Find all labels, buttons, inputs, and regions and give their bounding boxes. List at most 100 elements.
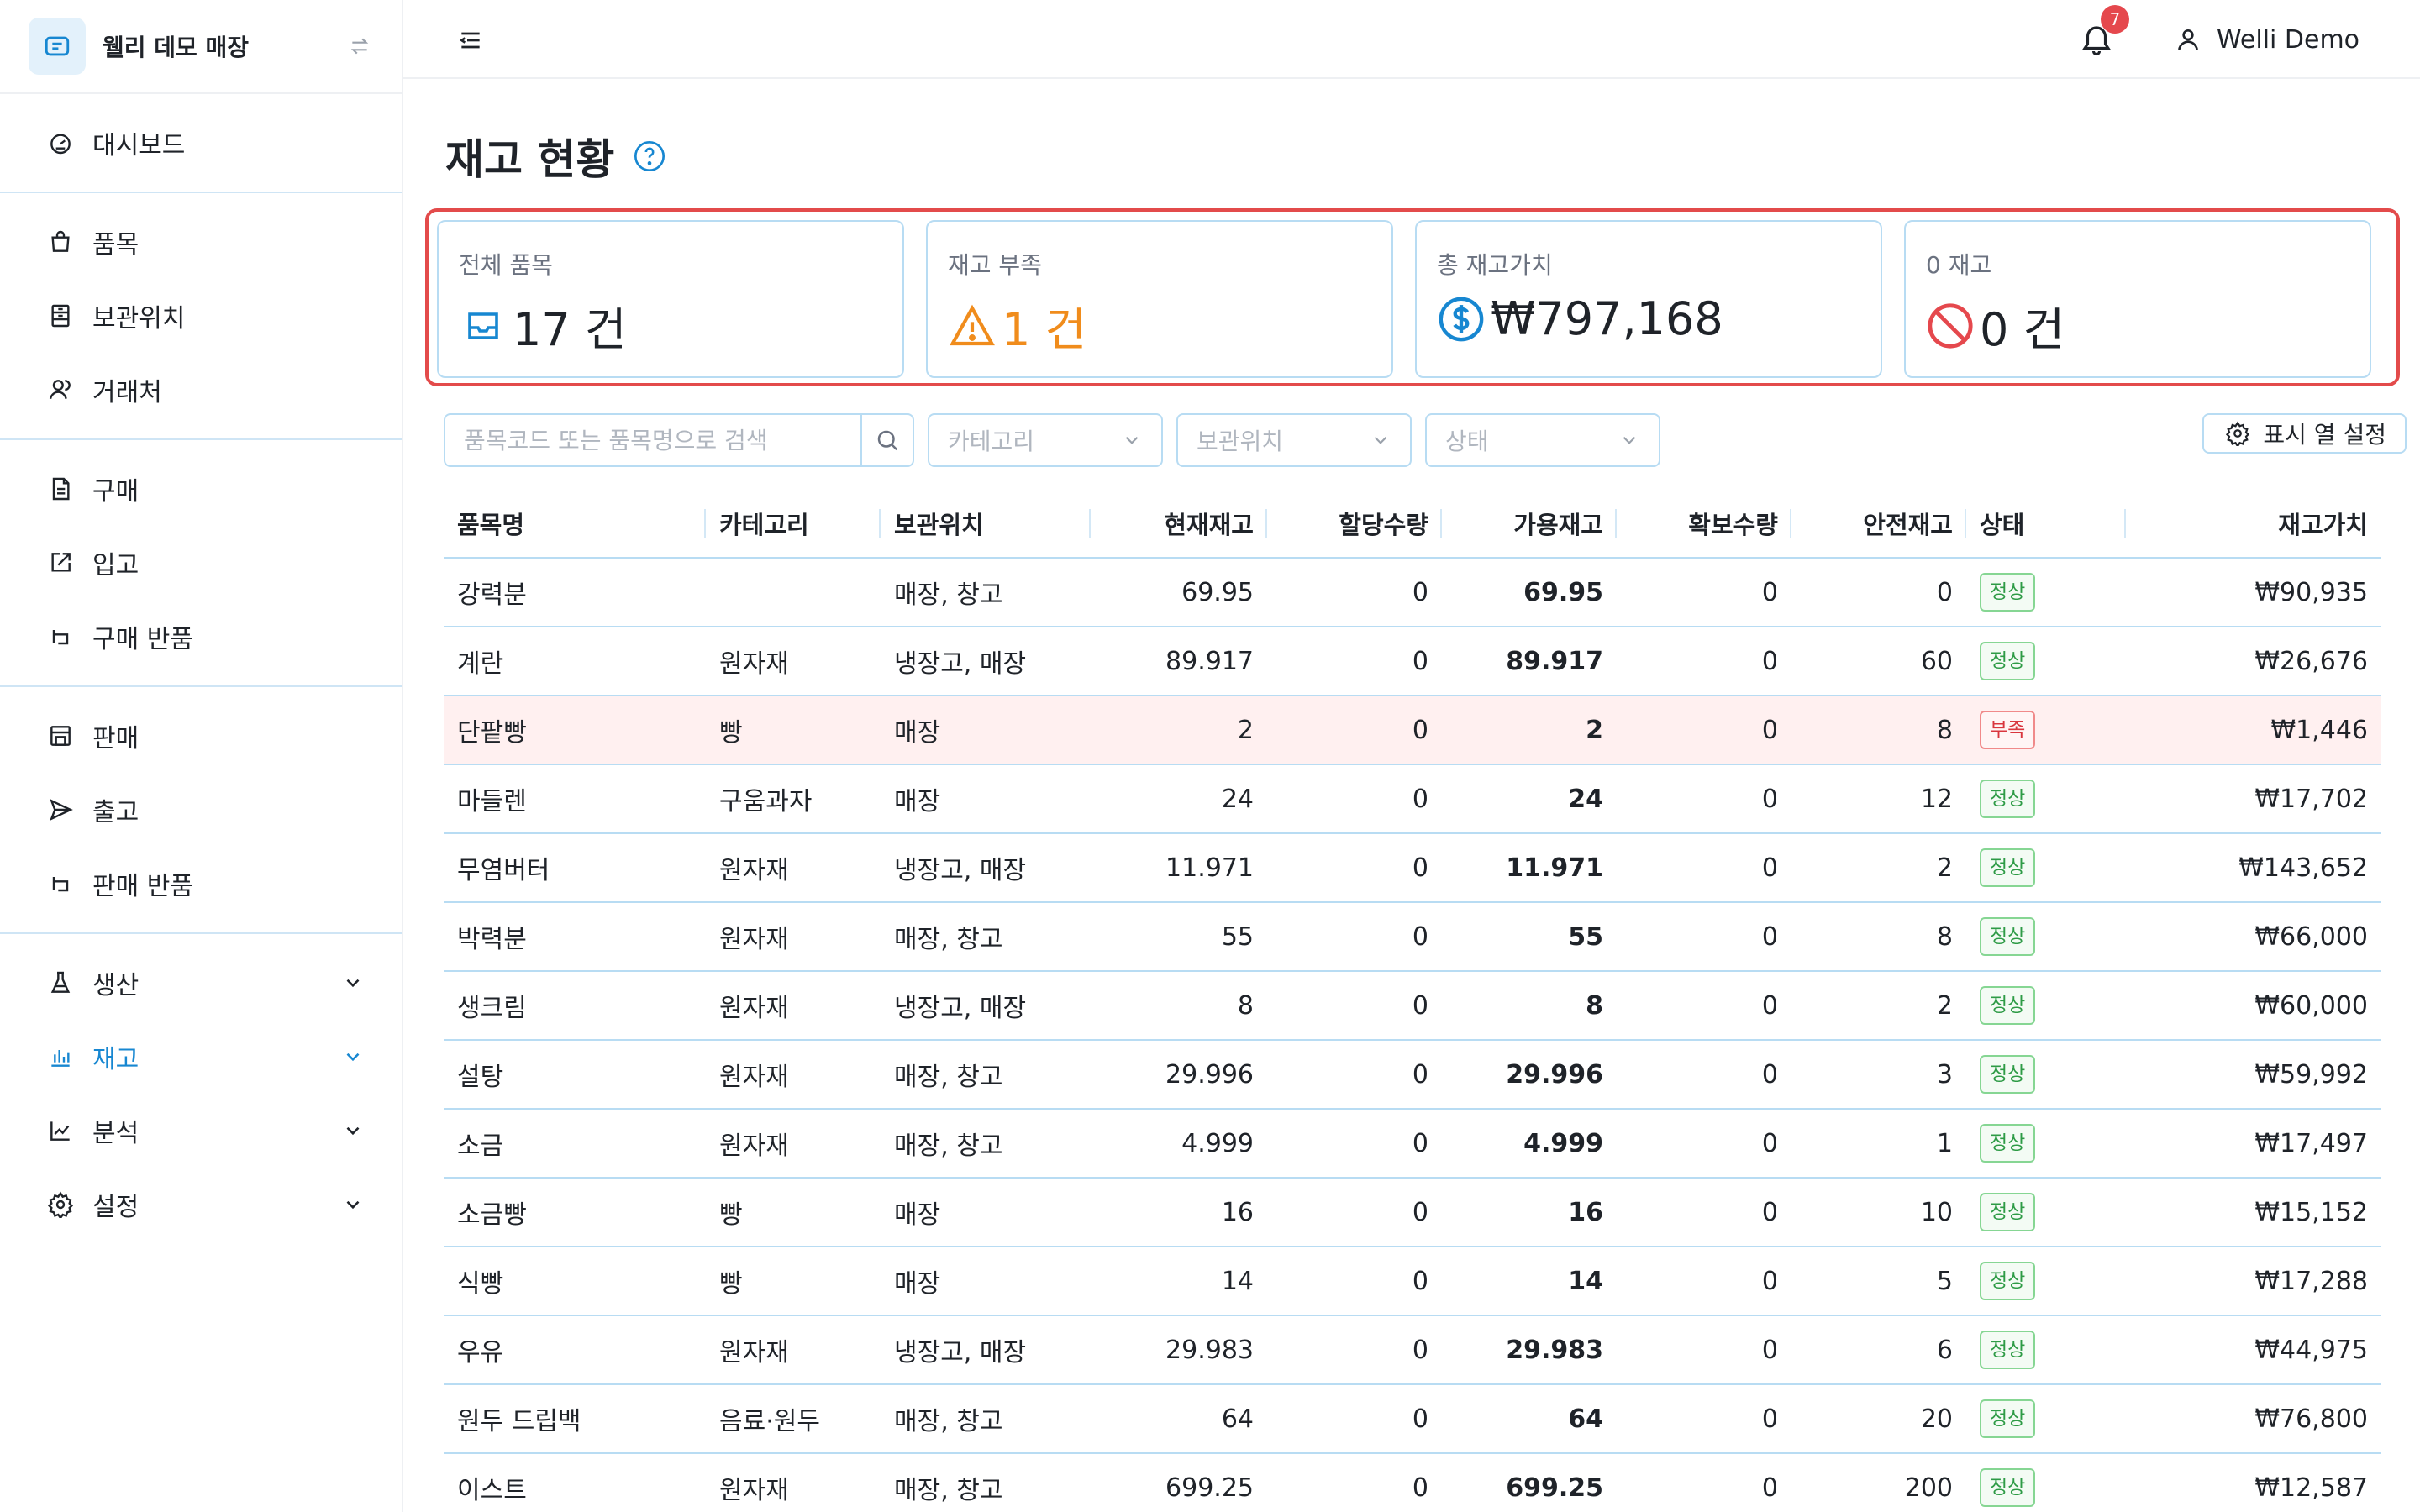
table-row[interactable]: 우유 원자재 냉장고, 매장 29.983 0 29.983 0 6 정상 ₩44,975 xyxy=(444,1315,2381,1385)
table-row[interactable]: 박력분 원자재 매장, 창고 55 0 55 0 8 정상 ₩66,000 xyxy=(444,902,2381,972)
filter-bar: 카테고리 보관위치 상태 표시 열 설정 xyxy=(444,413,2407,467)
cell-available: 8 xyxy=(1442,971,1617,1041)
cell-safety: 0 xyxy=(1791,558,1966,627)
cell-status: 정상 xyxy=(1966,902,2126,972)
column-header[interactable]: 보관위치 xyxy=(881,489,1091,559)
stat-value-row: ₩797,168 xyxy=(1437,292,1723,345)
sidebar: 웰리 데모 매장 대시보드 품목 보관위치 거래처 구매 입고 구매 반품 판매… xyxy=(0,0,403,1512)
sidebar-item-shipping[interactable]: 출고 xyxy=(0,773,402,847)
sidebar-item-analytics[interactable]: 분석 xyxy=(0,1094,402,1168)
sidebar-item-purchase[interactable]: 구매 xyxy=(0,452,402,526)
cell-name: 설탕 xyxy=(444,1040,706,1110)
status-badge: 정상 xyxy=(1980,1399,2036,1438)
cell-available: 64 xyxy=(1442,1384,1617,1454)
cell-allocated: 0 xyxy=(1267,1247,1442,1316)
column-header[interactable]: 상태 xyxy=(1966,489,2126,559)
column-header[interactable]: 가용재고 xyxy=(1442,489,1617,559)
sidebar-item-label: 분석 xyxy=(92,1119,139,1148)
table-row[interactable]: 무염버터 원자재 냉장고, 매장 11.971 0 11.971 0 2 정상 ₩143,652 xyxy=(444,833,2381,903)
status-badge: 정상 xyxy=(1980,848,2036,887)
sidebar-item-partners[interactable]: 거래처 xyxy=(0,353,402,427)
sidebar-item-receiving[interactable]: 입고 xyxy=(0,526,402,600)
column-header[interactable]: 안전재고 xyxy=(1791,489,1966,559)
sidebar-item-label: 입고 xyxy=(92,551,139,580)
table-row[interactable]: 식빵 빵 매장 14 0 14 0 5 정상 ₩17,288 xyxy=(444,1247,2381,1316)
status-badge: 정상 xyxy=(1980,1331,2036,1369)
people-icon xyxy=(44,373,77,407)
sidebar-item-items[interactable]: 품목 xyxy=(0,205,402,279)
cell-available: 14 xyxy=(1442,1247,1617,1316)
status-select[interactable]: 상태 xyxy=(1425,413,1660,467)
chevron-down-icon xyxy=(1125,436,1139,444)
sidebar-item-label: 재고 xyxy=(92,1045,139,1074)
cell-value: ₩17,702 xyxy=(2126,764,2381,834)
column-header[interactable]: 현재재고 xyxy=(1091,489,1267,559)
sidebar-item-settings[interactable]: 설정 xyxy=(0,1168,402,1242)
store-name: 웰리 데모 매장 xyxy=(103,34,250,61)
column-settings-button[interactable]: 표시 열 설정 xyxy=(2202,413,2407,454)
help-icon[interactable] xyxy=(633,139,666,173)
cell-location: 냉장고, 매장 xyxy=(881,971,1091,1041)
nav-group-dashboard: 대시보드 xyxy=(0,94,402,193)
sidebar-item-sales[interactable]: 판매 xyxy=(0,699,402,773)
cell-category xyxy=(706,558,881,627)
cell-current: 64 xyxy=(1091,1384,1267,1454)
table-row[interactable]: 원두 드립백 음료·원두 매장, 창고 64 0 64 0 20 정상 ₩76,800 xyxy=(444,1384,2381,1454)
cell-value: ₩60,000 xyxy=(2126,971,2381,1041)
location-select[interactable]: 보관위치 xyxy=(1176,413,1412,467)
chevron-down-icon[interactable] xyxy=(336,1114,370,1147)
switch-store-icon[interactable] xyxy=(346,33,373,60)
stat-value-row: 17 건 xyxy=(459,292,627,359)
sidebar-item-label: 판매 반품 xyxy=(92,872,193,901)
cell-current: 2 xyxy=(1091,696,1267,765)
cell-value: ₩17,497 xyxy=(2126,1109,2381,1179)
cell-name: 마들렌 xyxy=(444,764,706,834)
chevron-down-icon[interactable] xyxy=(336,1188,370,1221)
search-input[interactable] xyxy=(445,415,860,465)
table-row[interactable]: 계란 원자재 냉장고, 매장 89.917 0 89.917 0 60 정상 ₩26,676 xyxy=(444,627,2381,696)
search-button[interactable] xyxy=(860,415,913,465)
cell-name: 우유 xyxy=(444,1315,706,1385)
cell-safety: 5 xyxy=(1791,1247,1966,1316)
cell-location: 매장 xyxy=(881,696,1091,765)
table-row[interactable]: 설탕 원자재 매장, 창고 29.996 0 29.996 0 3 정상 ₩59,992 xyxy=(444,1040,2381,1110)
sidebar-item-label: 보관위치 xyxy=(92,304,186,333)
cell-location: 매장, 창고 xyxy=(881,902,1091,972)
column-header[interactable]: 카테고리 xyxy=(706,489,881,559)
table-row[interactable]: 소금 원자재 매장, 창고 4.999 0 4.999 0 1 정상 ₩17,497 xyxy=(444,1109,2381,1179)
cell-name: 원두 드립백 xyxy=(444,1384,706,1454)
table-row[interactable]: 마들렌 구움과자 매장 24 0 24 0 12 정상 ₩17,702 xyxy=(444,764,2381,834)
sidebar-item-dashboard[interactable]: 대시보드 xyxy=(0,106,402,180)
column-header[interactable]: 품목명 xyxy=(444,489,706,559)
sidebar-item-sales-return[interactable]: 판매 반품 xyxy=(0,847,402,921)
column-header[interactable]: 확보수량 xyxy=(1617,489,1791,559)
sidebar-item-inventory[interactable]: 재고 xyxy=(0,1020,402,1094)
cell-secured: 0 xyxy=(1617,558,1791,627)
cell-value: ₩66,000 xyxy=(2126,902,2381,972)
cell-category: 원자재 xyxy=(706,902,881,972)
chevron-down-icon[interactable] xyxy=(336,1040,370,1074)
cell-location: 매장, 창고 xyxy=(881,1040,1091,1110)
sidebar-item-production[interactable]: 생산 xyxy=(0,946,402,1020)
table-row[interactable]: 강력분 매장, 창고 69.95 0 69.95 0 0 정상 ₩90,935 xyxy=(444,558,2381,627)
collapse-menu-icon[interactable] xyxy=(454,24,487,57)
user-menu[interactable]: Welli Demo xyxy=(2171,20,2360,59)
notification-button[interactable]: 7 xyxy=(2075,5,2129,60)
cell-safety: 1 xyxy=(1791,1109,1966,1179)
status-badge: 정상 xyxy=(1980,1262,2036,1300)
column-header[interactable]: 재고가치 xyxy=(2126,489,2381,559)
table-row[interactable]: 이스트 원자재 매장, 창고 699.25 0 699.25 0 200 정상 ₩12,587 xyxy=(444,1453,2381,1512)
stat-label: 0 재고 xyxy=(1926,251,1992,279)
table-row[interactable]: 생크림 원자재 냉장고, 매장 8 0 8 0 2 정상 ₩60,000 xyxy=(444,971,2381,1041)
column-header[interactable]: 할당수량 xyxy=(1267,489,1442,559)
table-row[interactable]: 소금빵 빵 매장 16 0 16 0 10 정상 ₩15,152 xyxy=(444,1178,2381,1247)
chevron-down-icon xyxy=(1623,436,1636,444)
sidebar-item-locations[interactable]: 보관위치 xyxy=(0,279,402,353)
cell-status: 정상 xyxy=(1966,764,2126,834)
category-select[interactable]: 카테고리 xyxy=(928,413,1163,467)
table-row[interactable]: 단팥빵 빵 매장 2 0 2 0 8 부족 ₩1,446 xyxy=(444,696,2381,765)
cell-secured: 0 xyxy=(1617,764,1791,834)
sidebar-item-purchase-return[interactable]: 구매 반품 xyxy=(0,600,402,674)
chevron-down-icon[interactable] xyxy=(336,966,370,1000)
cell-status: 정상 xyxy=(1966,971,2126,1041)
